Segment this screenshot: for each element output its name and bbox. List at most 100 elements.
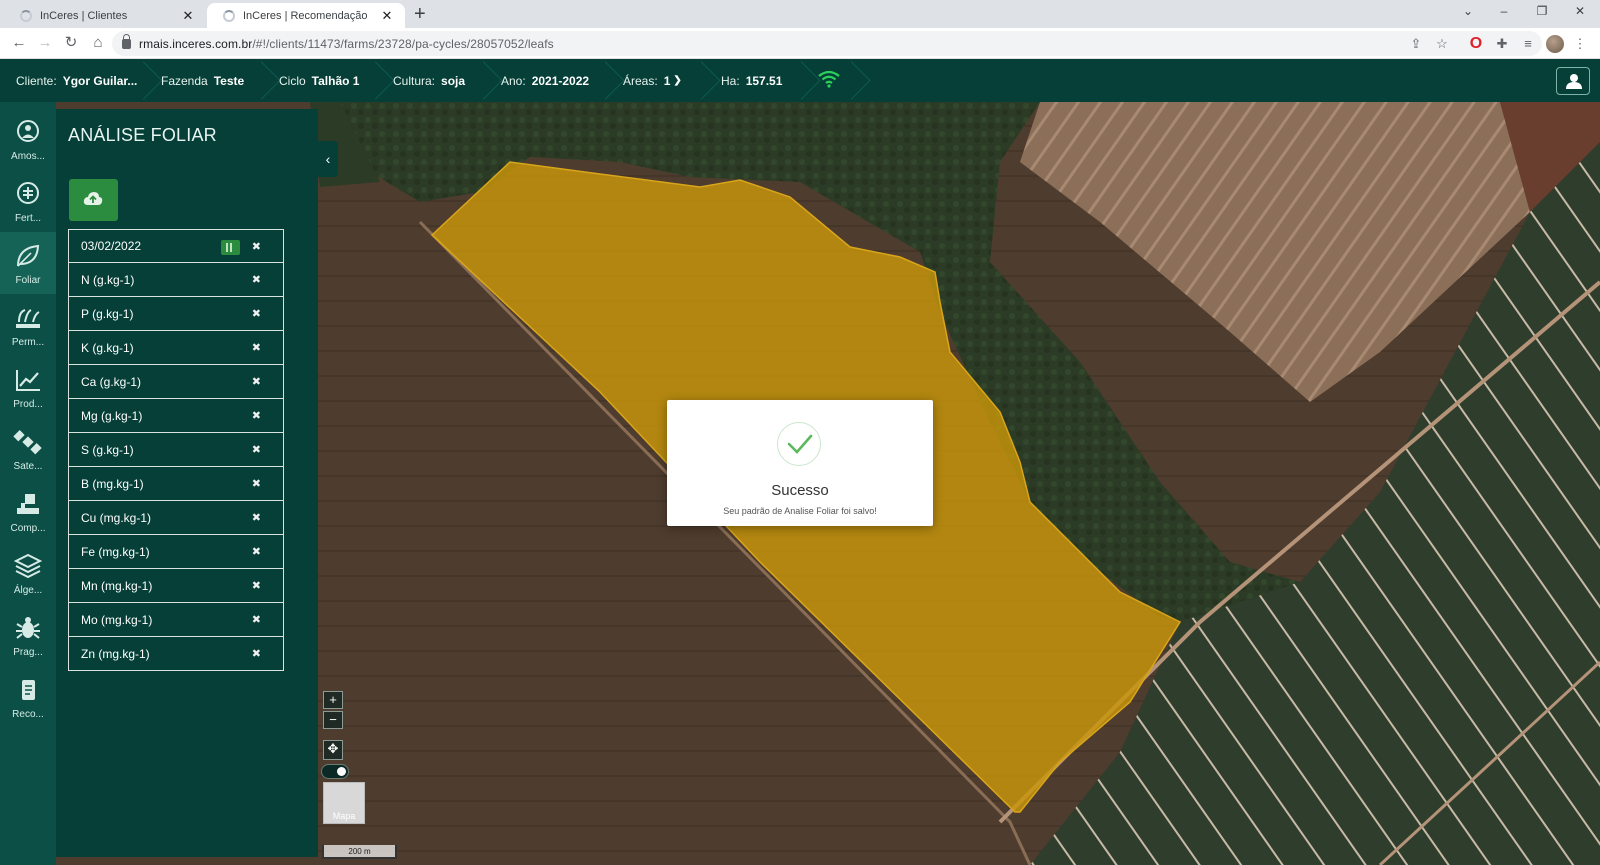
new-tab-button[interactable]: + [414,4,426,24]
remove-icon[interactable]: ✖ [252,273,261,286]
list-item-label: 03/02/2022 [81,239,142,253]
breadcrumb-ciclo[interactable]: Ciclo Talhão 1 [279,59,359,102]
tab-close-icon[interactable]: ✕ [379,8,395,24]
remove-icon[interactable]: ✖ [252,240,261,253]
lock-icon [122,33,131,49]
basemap-label: Mapa [332,811,356,821]
remove-icon[interactable]: ✖ [252,511,261,524]
dialog-title: Sucesso [771,482,829,499]
app-header: Cliente: Ygor Guilar... Fazenda Teste Ci… [0,59,1600,102]
breadcrumb-cultura[interactable]: Cultura: soja [393,59,465,102]
user-account-button[interactable] [1556,67,1590,95]
list-item-label: B (mg.kg-1) [81,476,144,491]
rail-item-fertilidade[interactable]: Fert... [0,170,56,232]
rail-item-foliar[interactable]: Foliar [0,232,56,294]
rail-item-satelite[interactable]: Sate... [0,418,56,480]
remove-icon[interactable]: ✖ [252,545,261,558]
rail-item-permanentes[interactable]: Perm... [0,294,56,356]
list-item[interactable]: Mg (g.kg-1) ✖ [68,399,284,433]
rail-item-recomendacao[interactable]: Reco... [0,666,56,728]
url-path: /#!/clients/11473/farms/23728/pa-cycles/… [252,36,554,51]
success-check-icon [777,422,821,466]
breadcrumb-value: Teste [213,73,245,88]
back-icon[interactable]: ← [8,34,30,52]
rail-item-algebra[interactable]: Álge... [0,542,56,604]
window-close-icon[interactable]: ✕ [1566,4,1594,18]
remove-icon[interactable]: ✖ [252,579,261,592]
breadcrumb-value: 2021-2022 [531,73,590,88]
bookmark-star-icon[interactable]: ☆ [1432,34,1452,54]
list-item[interactable]: Zn (mg.kg-1) ✖ [68,637,284,671]
remove-icon[interactable]: ✖ [252,375,261,388]
address-bar[interactable]: rmais.inceres.com.br/#!/clients/11473/fa… [112,31,1542,56]
layer-toggle[interactable] [321,764,349,779]
rail-item-label: Álge... [13,585,43,596]
breadcrumb-fazenda[interactable]: Fazenda Teste [161,59,244,102]
collapse-panel-button[interactable]: ‹ [318,141,338,177]
home-icon[interactable]: ⌂ [87,34,109,52]
remove-icon[interactable]: ✖ [252,443,261,456]
remove-icon[interactable]: ✖ [252,341,261,354]
rail-item-label: Sate... [13,461,43,472]
list-item[interactable]: Cu (mg.kg-1) ✖ [68,501,284,535]
leaf-icon [17,244,40,267]
list-item[interactable]: B (mg.kg-1) ✖ [68,467,284,501]
remove-icon[interactable]: ✖ [252,307,261,320]
breadcrumb-label: Áreas: [623,73,658,88]
breadcrumb-separator [464,61,503,100]
extensions-puzzle-icon[interactable]: ✚ [1492,34,1512,54]
list-item[interactable]: Mn (mg.kg-1) ✖ [68,569,284,603]
rail-item-label: Prag... [13,647,43,658]
list-item[interactable]: P (g.kg-1) ✖ [68,297,284,331]
basemap-switcher[interactable]: Mapa [323,782,365,824]
pan-move-icon[interactable]: ✥ [323,740,343,760]
scale-label: 200 m [348,847,371,856]
media-queue-icon[interactable]: ≡ [1518,34,1538,54]
tab-title: InCeres | Recomendação [243,9,368,22]
rail-item-label: Amos... [11,151,45,162]
rail-item-compactacao[interactable]: Comp... [0,480,56,542]
list-item[interactable]: N (g.kg-1) ✖ [68,263,284,297]
fertility-icon [17,182,39,204]
list-item-date[interactable]: 03/02/2022 ✖ [68,229,284,263]
dialog-message: Seu padrão de Analise Foliar foi salvo! [723,506,877,516]
tab-title: InCeres | Clientes [40,9,128,22]
profile-avatar[interactable] [1546,34,1566,54]
share-icon[interactable]: ⇪ [1406,34,1426,54]
zoom-out-button[interactable]: − [323,711,343,729]
list-item[interactable]: K (g.kg-1) ✖ [68,331,284,365]
rail-item-produtividade[interactable]: Prod... [0,356,56,418]
list-item[interactable]: S (g.kg-1) ✖ [68,433,284,467]
remove-icon[interactable]: ✖ [252,409,261,422]
minimize-icon[interactable]: – [1490,4,1518,18]
upload-button[interactable] [69,179,118,221]
list-item[interactable]: Fe (mg.kg-1) ✖ [68,535,284,569]
tab-loading-icon [223,9,235,22]
remove-icon[interactable]: ✖ [252,477,261,490]
reload-icon[interactable]: ↻ [60,34,82,52]
tab-close-icon[interactable]: ✕ [180,8,196,24]
user-icon [1566,74,1582,89]
browser-tab-recomendacao[interactable]: InCeres | Recomendação ✕ [207,3,405,28]
browser-menu-icon[interactable]: ⋮ [1570,34,1590,54]
tab-search-icon[interactable]: ⌄ [1454,4,1482,18]
breadcrumb-separator [356,61,395,100]
restore-icon[interactable]: ❐ [1528,4,1556,18]
breadcrumb-separator [242,61,281,100]
breadcrumb-areas[interactable]: Áreas: 1 ❯ [623,59,682,102]
list-item[interactable]: Mo (mg.kg-1) ✖ [68,603,284,637]
browser-tab-clientes[interactable]: InCeres | Clientes ✕ [4,3,206,28]
remove-icon[interactable]: ✖ [252,647,261,660]
breadcrumb-value: soja [441,73,466,88]
list-item[interactable]: Ca (g.kg-1) ✖ [68,365,284,399]
rail-item-amostragem[interactable]: Amos... [0,108,56,170]
forward-icon[interactable]: → [34,34,56,52]
map-layer-badge-icon[interactable] [221,240,240,255]
breadcrumb-cliente[interactable]: Cliente: Ygor Guilar... [16,59,137,102]
rail-item-pragas[interactable]: Prag... [0,604,56,666]
opera-extension-icon[interactable]: O [1466,34,1486,54]
zoom-in-button[interactable]: + [323,691,343,709]
success-dialog[interactable]: Sucesso Seu padrão de Analise Foliar foi… [667,400,933,526]
breadcrumb-ano[interactable]: Ano: 2021-2022 [501,59,589,102]
remove-icon[interactable]: ✖ [252,613,261,626]
